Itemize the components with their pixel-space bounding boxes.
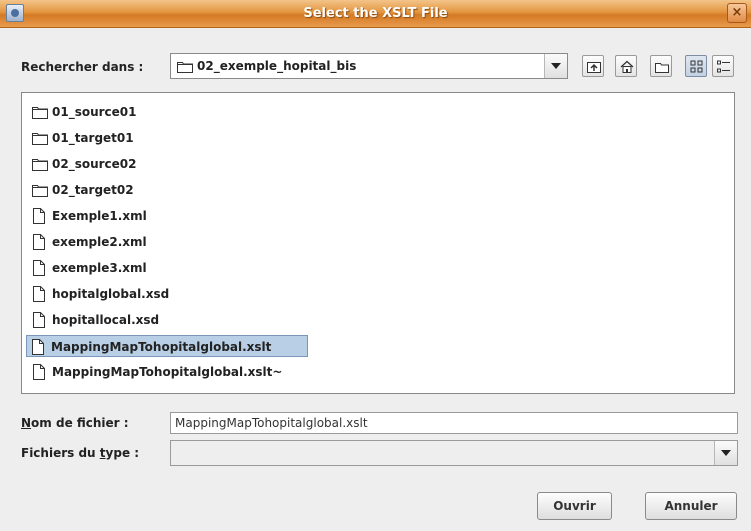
- file-icon: [32, 260, 46, 283]
- folder-icon: [32, 104, 48, 126]
- file-icon: [32, 312, 46, 335]
- file-name: exemple3.xml: [52, 261, 147, 275]
- file-chooser-dialog: Select the XSLT File × Rechercher dans :…: [0, 0, 751, 531]
- window-title: Select the XSLT File: [303, 6, 448, 21]
- new-folder-icon: [655, 63, 669, 73]
- file-name: hopitallocal.xsd: [52, 313, 160, 327]
- file-name-input[interactable]: [170, 412, 738, 434]
- file-icon: [32, 286, 46, 309]
- details-view-icon: [717, 60, 730, 73]
- file-name: 02_target02: [52, 183, 134, 197]
- look-in-combo[interactable]: 02_exemple_hopital_bis: [170, 53, 568, 79]
- file-name: MappingMapTohopitalglobal.xslt: [51, 340, 272, 354]
- list-item-selected[interactable]: MappingMapTohopitalglobal.xslt: [26, 335, 308, 357]
- folder-icon: [177, 60, 193, 76]
- file-name: 01_target01: [52, 131, 134, 145]
- chevron-down-icon[interactable]: [714, 441, 737, 465]
- file-icon: [32, 208, 46, 231]
- list-view-icon: [690, 60, 703, 73]
- home-icon: [620, 60, 634, 73]
- title-bar[interactable]: Select the XSLT File ×: [0, 0, 751, 28]
- up-one-level-button[interactable]: [582, 55, 604, 77]
- open-button[interactable]: Ouvrir: [537, 492, 612, 520]
- file-name: exemple2.xml: [52, 235, 147, 249]
- home-button[interactable]: [615, 55, 637, 77]
- up-one-level-icon: [587, 62, 601, 73]
- file-name: 01_source01: [52, 105, 137, 119]
- file-type-combo[interactable]: [170, 440, 738, 466]
- look-in-value: 02_exemple_hopital_bis: [197, 59, 357, 73]
- file-list[interactable]: 01_source01 01_target01 02_source02 02_t…: [21, 92, 735, 394]
- cancel-button[interactable]: Annuler: [645, 492, 737, 520]
- file-name: Exemple1.xml: [52, 209, 147, 223]
- chevron-down-icon[interactable]: [544, 54, 567, 78]
- file-name-label: Nom de fichier :: [21, 416, 129, 430]
- file-icon: [31, 339, 45, 362]
- new-folder-button[interactable]: [650, 55, 672, 77]
- look-in-label: Rechercher dans :: [21, 60, 144, 74]
- file-name: hopitalglobal.xsd: [52, 287, 170, 301]
- file-icon: [32, 234, 46, 257]
- close-button[interactable]: ×: [727, 3, 747, 23]
- file-type-label: Fichiers du type :: [21, 446, 140, 460]
- file-name: MappingMapTohopitalglobal.xslt~: [52, 365, 283, 379]
- folder-icon: [32, 182, 48, 204]
- folder-icon: [32, 156, 48, 178]
- details-view-button[interactable]: [712, 55, 734, 77]
- file-name: 02_source02: [52, 157, 137, 171]
- folder-icon: [32, 130, 48, 152]
- list-view-button[interactable]: [685, 55, 707, 77]
- file-icon: [32, 364, 46, 387]
